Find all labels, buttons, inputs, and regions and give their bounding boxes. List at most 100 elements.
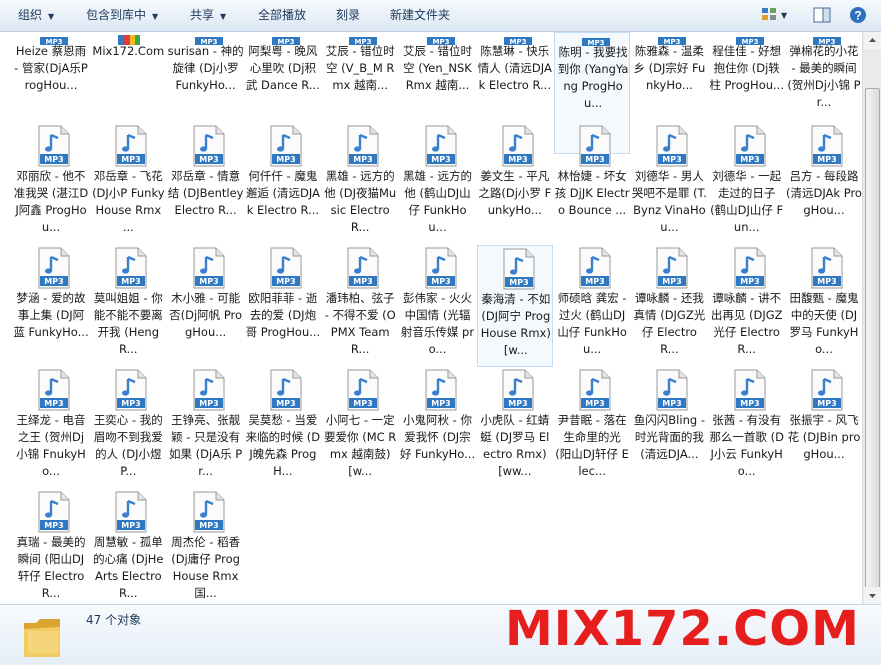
mp3-file-icon: MP3 [426, 32, 455, 46]
svg-text:MP3: MP3 [353, 277, 372, 286]
new-folder-button[interactable]: 新建文件夹 [390, 0, 450, 31]
scrollbar-thumb[interactable] [865, 88, 880, 588]
file-name: 小阿七 - 一定要爱你 (MC Rmx 越南鼓)[w... [324, 413, 397, 478]
mp3-file-icon: MP3 [501, 369, 535, 411]
file-item[interactable]: MP3 周杰伦 - 稻香(Dj庸仔 ProgHouse Rmx国... [168, 489, 244, 604]
file-item[interactable]: MP3 王绎龙 - 电音之王 (贺州Dj小锦 FnukyHo... [13, 367, 89, 489]
file-name: 师硕晗 龚宏 - 过火 (鹤山DJ山仔 FunkHou... [557, 291, 627, 356]
file-item[interactable]: MP3 师硕晗 龚宏 - 过火 (鹤山DJ山仔 FunkHou... [554, 245, 630, 367]
svg-text:MP3: MP3 [585, 277, 604, 286]
svg-text:MP3: MP3 [740, 277, 759, 286]
file-item[interactable]: MP3 尹昔眠 - 落在生命里的光 (阳山DJ轩仔 Elec... [554, 367, 630, 489]
svg-text:MP3: MP3 [44, 521, 63, 530]
svg-text:MP3: MP3 [44, 155, 63, 164]
file-item[interactable]: MP3 邓丽欣 - 他不准我哭 (湛江DJ阿鑫 ProgHou... [13, 123, 89, 245]
play-all-button[interactable]: 全部播放 [258, 0, 306, 31]
file-name: 刘德华 - 男人哭吧不是罪 (T.Bynz VinaHou... [631, 169, 707, 234]
mp3-file-icon: MP3 [424, 247, 458, 289]
organize-menu[interactable]: 组织 ▼ [18, 0, 54, 31]
file-name: 谭咏麟 - 还我真情 (DJGZ光仔 Electro R... [633, 291, 706, 356]
svg-text:MP3: MP3 [431, 399, 450, 408]
file-name: 小虎队 - 红蜻蜓 (DJ罗马 Electro Rmx)[ww... [480, 413, 550, 478]
file-item[interactable]: MP3 何仟仟 - 魔鬼邂逅 (清远DJAk Electro R... [245, 123, 321, 245]
folder-icon [24, 619, 60, 657]
file-name: 黑雄 - 远方的他 (DJ夜猫Music Electro R... [324, 169, 397, 234]
file-grid[interactable]: MP3 Heize 蔡恩雨 - 管家(DjA乐ProgHou... Mix172.C… [0, 32, 862, 604]
file-name: 姜文生 - 平凡之路(Dj小罗 FunkyHo... [478, 169, 552, 217]
svg-text:MP3: MP3 [199, 277, 218, 286]
file-name: surisan - 神的旋律 (Dj小罗 FunkyHo... [167, 44, 244, 92]
file-item[interactable]: MP3 小虎队 - 红蜻蜓 (DJ罗马 Electro Rmx)[ww... [477, 367, 553, 489]
file-item[interactable]: MP3 彭伟家 - 火火中国情 (光辐射音乐传媒 pro... [400, 245, 476, 367]
view-dropdown-icon[interactable]: ▼ [781, 0, 787, 31]
file-name: 刘德华 - 一起走过的日子 (鹤山DJ山仔 Fun... [710, 169, 784, 234]
file-item[interactable]: MP3 刘德华 - 男人哭吧不是罪 (T.Bynz VinaHou... [631, 123, 707, 245]
scroll-down-arrow-icon[interactable] [864, 587, 881, 604]
mp3-file-icon: MP3 [424, 369, 458, 411]
mp3-file-icon: MP3 [655, 125, 689, 167]
file-item[interactable]: MP3 黑雄 - 远方的他 (DJ夜猫Music Electro R... [322, 123, 398, 245]
file-item[interactable]: MP3 小鬼阿秋 - 你爱我怀 (DJ宗好 FunkyHo... [400, 367, 476, 489]
file-name: 陈明 - 我要找到你 (YangYang ProgHou... [557, 45, 629, 110]
mp3-file-icon: MP3 [192, 491, 226, 533]
file-name: 王铮亮、张靓颖 - 只是没有如果 (DjA乐 Pr... [169, 413, 243, 478]
file-item[interactable]: MP3 吕方 - 每段路 (清远DJAk ProgHou... [786, 123, 862, 245]
svg-text:MP3: MP3 [353, 399, 372, 408]
scroll-up-arrow-icon[interactable] [864, 32, 881, 49]
file-item[interactable]: MP3 周慧敏 - 孤单的心痛 (DjHeArts Electro R... [90, 489, 166, 604]
file-name: Heize 蔡恩雨 - 管家(DjA乐ProgHou... [14, 44, 88, 92]
file-item[interactable]: MP3 刘德华 - 一起走过的日子 (鹤山DJ山仔 Fun... [709, 123, 785, 245]
burn-button[interactable]: 刻录 [336, 0, 360, 31]
file-item[interactable]: MP3 莫叫姐姐 - 你能不能不要离开我 (Heng R... [90, 245, 166, 367]
file-item[interactable]: MP3 谭咏麟 - 讲不出再见 (DJGZ光仔 Electro R... [709, 245, 785, 367]
file-item[interactable]: MP3 秦海清 - 不如 (DJ阿宁 ProgHouse Rmx)[w... [476, 245, 553, 367]
file-item[interactable]: MP3 梦涵 - 爱的故事上集 (DJ阿蓝 FunkyHo... [13, 245, 89, 367]
mp3-file-icon: MP3 [269, 125, 303, 167]
include-in-library-menu[interactable]: 包含到库中 ▼ [86, 0, 158, 31]
file-item[interactable]: MP3 王铮亮、张靓颖 - 只是没有如果 (DjA乐 Pr... [168, 367, 244, 489]
share-label: 共享 [190, 8, 215, 22]
file-name: 何仟仟 - 魔鬼邂逅 (清远DJAk Electro R... [245, 169, 320, 217]
file-item[interactable]: MP3 谭咏麟 - 还我真情 (DJGZ光仔 Electro R... [631, 245, 707, 367]
share-menu[interactable]: 共享 ▼ [190, 0, 226, 31]
file-name: 黑雄 - 远方的他 (鹤山DJ山仔 FunkHou... [403, 169, 472, 234]
file-item[interactable]: MP3 田馥甄 - 魔鬼中的天使 (DJ罗马 FunkyHo... [786, 245, 862, 367]
file-item[interactable]: MP3 欧阳菲菲 - 逝去的爱 (DJ炮哥 ProgHou... [245, 245, 321, 367]
file-item[interactable]: MP3 真瑞 - 最美的瞬间 (阳山DJ轩仔 Electro R... [13, 489, 89, 604]
file-name: 弹棉花的小花 - 最美的瞬间 (贺州Dj小锦 Pr... [787, 44, 861, 109]
file-item[interactable]: MP3 林怡婕 - 坏女孩 DjJK Electro Bounce ... [554, 123, 630, 245]
file-item[interactable]: MP3 邓岳章 - 情意结 (DJBentley Electro R... [168, 123, 244, 245]
file-item[interactable]: MP3 木小雅 - 可能否(Dj阿帆 ProgHou... [168, 245, 244, 367]
file-name: 张茜 - 有没有那么一首歌 (DJ小云 FunkyHo... [709, 413, 784, 478]
file-name: 鱼闪闪Bling - 时光背面的我 (清远DJA... [633, 413, 705, 461]
file-item[interactable]: MP3 小阿七 - 一定要爱你 (MC Rmx 越南鼓)[w... [322, 367, 398, 489]
file-item[interactable]: MP3 潘玮柏、弦子 - 不得不爱 (OPMX Team R... [322, 245, 398, 367]
mp3-file-icon: MP3 [733, 125, 767, 167]
file-item[interactable]: MP3 张茜 - 有没有那么一首歌 (DJ小云 FunkyHo... [709, 367, 785, 489]
mp3-file-icon: MP3 [810, 125, 844, 167]
mp3-file-icon: MP3 [194, 32, 223, 46]
mp3-file-icon: MP3 [424, 125, 458, 167]
file-item[interactable]: MP3 姜文生 - 平凡之路(Dj小罗 FunkyHo... [477, 123, 553, 245]
file-item[interactable]: MP3 王奕心 - 我的眉吻不到我爱的人 (DJ小煜 P... [90, 367, 166, 489]
mp3-file-icon: MP3 [346, 247, 380, 289]
svg-text:MP3: MP3 [122, 521, 141, 530]
help-icon[interactable]: ? [848, 5, 868, 25]
svg-text:MP3: MP3 [276, 399, 295, 408]
file-name: 邓岳章 - 飞花 (DJ小P FunkyHouse Rmx ... [92, 169, 165, 234]
file-name: 王奕心 - 我的眉吻不到我爱的人 (DJ小煜 P... [93, 413, 163, 478]
file-item[interactable]: MP3 张振宇 - 风飞花 (DJBin progHou... [786, 367, 862, 489]
mp3-file-icon: MP3 [37, 247, 71, 289]
vertical-scrollbar[interactable] [862, 32, 881, 604]
file-item[interactable]: MP3 黑雄 - 远方的他 (鹤山DJ山仔 FunkHou... [400, 123, 476, 245]
file-item[interactable]: MP3 鱼闪闪Bling - 时光背面的我 (清远DJA... [631, 367, 707, 489]
file-item[interactable]: MP3 邓岳章 - 飞花 (DJ小P FunkyHouse Rmx ... [90, 123, 166, 245]
file-name: 陈慧琳 - 快乐情人 (清远DJAk Electro R... [477, 44, 552, 92]
mp3-file-icon: MP3 [735, 32, 764, 46]
svg-text:MP3: MP3 [817, 277, 836, 286]
file-item[interactable]: MP3 吴莫愁 - 当爱来临的时候 (DJ魄先森 ProgH... [245, 367, 321, 489]
mp3-file-icon: MP3 [578, 369, 612, 411]
preview-pane-icon[interactable] [812, 5, 832, 25]
view-options-icon[interactable] [760, 5, 780, 25]
file-name: 木小雅 - 可能否(Dj阿帆 ProgHou... [169, 291, 243, 339]
